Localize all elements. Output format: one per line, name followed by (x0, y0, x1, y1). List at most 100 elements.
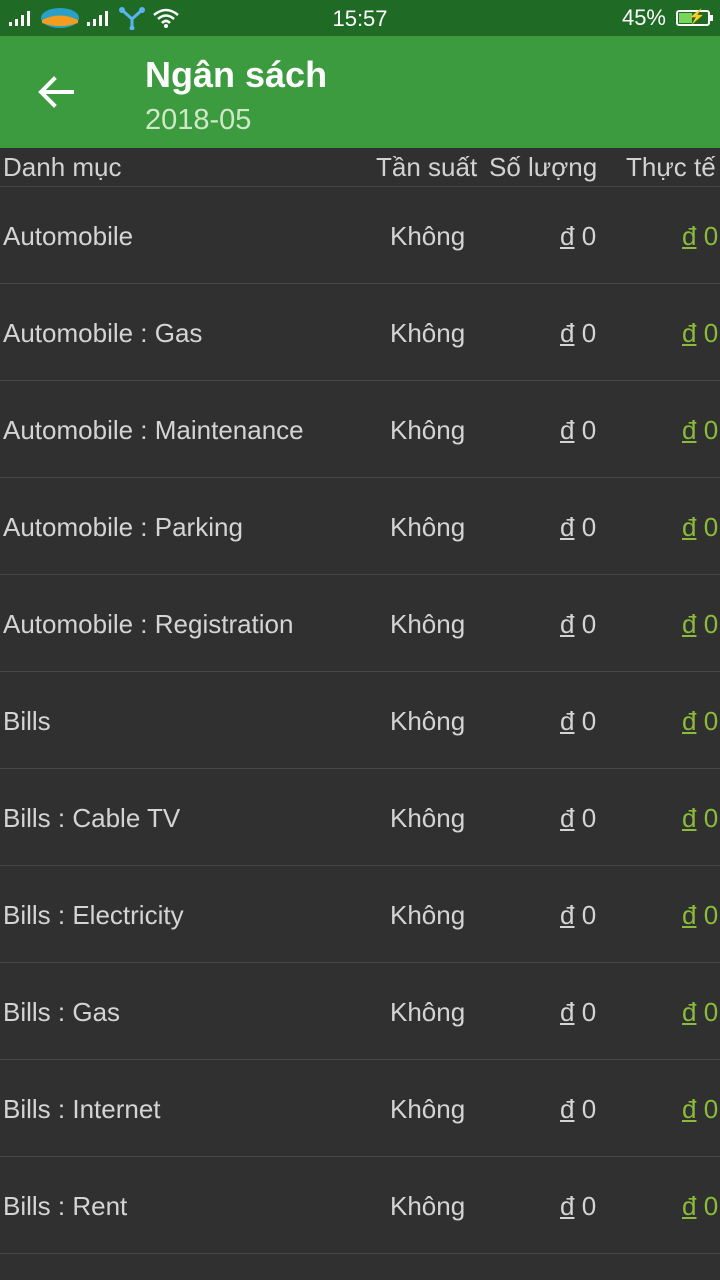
category-label: Automobile : Parking (3, 512, 243, 542)
column-header-frequency: Tần suất (376, 152, 478, 182)
currency-symbol: đ (682, 512, 697, 542)
amount-value: 0 (581, 1094, 597, 1124)
frequency-value: Không (390, 803, 466, 833)
currency-symbol: đ (560, 609, 575, 639)
frequency-value: Không (390, 1191, 466, 1221)
budget-amount: đ 0 (560, 415, 596, 446)
column-header-amount: Số lượng (489, 152, 598, 182)
category-label: Bills : Gas (3, 997, 121, 1027)
actual-amount: đ 0 (682, 221, 718, 252)
budget-amount: đ 0 (560, 609, 596, 640)
back-button[interactable] (28, 66, 84, 118)
actual-amount: đ 0 (682, 1191, 718, 1222)
category-label: Bills : Electricity (3, 900, 184, 930)
list-item[interactable]: Automobile : Maintenance Không đ 0 đ 0 (0, 381, 720, 478)
list-item[interactable]: Bills Không đ 0 đ 0 (0, 672, 720, 769)
currency-symbol: đ (560, 318, 575, 348)
list-item[interactable]: Automobile : Parking Không đ 0 đ 0 (0, 478, 720, 575)
amount-value: 0 (581, 1191, 597, 1221)
budget-amount: đ 0 (560, 706, 596, 737)
arrow-left-icon (38, 76, 74, 108)
frequency-value: Không (390, 706, 466, 736)
actual-value: 0 (703, 803, 719, 833)
budget-amount: đ 0 (560, 900, 596, 931)
amount-value: 0 (581, 415, 597, 445)
column-header-category: Danh mục (3, 152, 122, 182)
actual-amount: đ 0 (682, 318, 718, 349)
list-item[interactable]: Automobile : Gas Không đ 0 đ 0 (0, 284, 720, 381)
list-item[interactable]: Bills : Cable TV Không đ 0 đ 0 (0, 769, 720, 866)
amount-value: 0 (581, 512, 597, 542)
currency-symbol: đ (682, 900, 697, 930)
budget-amount: đ 0 (560, 997, 596, 1028)
actual-amount: đ 0 (682, 512, 718, 543)
category-label: Bills : Internet (3, 1094, 161, 1124)
actual-value: 0 (703, 221, 719, 251)
currency-symbol: đ (682, 1191, 697, 1221)
battery-charging-icon: ⚡ (676, 8, 713, 26)
frequency-value: Không (390, 1094, 466, 1124)
amount-value: 0 (581, 803, 597, 833)
actual-amount: đ 0 (682, 803, 718, 834)
frequency-value: Không (390, 318, 466, 348)
clock: 15:57 (332, 6, 388, 31)
actual-amount: đ 0 (682, 1094, 718, 1125)
list-item[interactable]: Bills : Internet Không đ 0 đ 0 (0, 1060, 720, 1157)
currency-symbol: đ (560, 900, 575, 930)
actual-value: 0 (703, 318, 719, 348)
budget-amount: đ 0 (560, 221, 596, 252)
frequency-value: Không (390, 609, 466, 639)
budget-amount: đ 0 (560, 318, 596, 349)
category-label: Bills : Cable TV (3, 803, 181, 833)
currency-symbol: đ (560, 803, 575, 833)
budget-amount: đ 0 (560, 1094, 596, 1125)
list-item[interactable]: Automobile : Registration Không đ 0 đ 0 (0, 575, 720, 672)
amount-value: 0 (581, 997, 597, 1027)
app-bar: Ngân sách 2018-05 (0, 36, 720, 148)
period-subtitle: 2018-05 (145, 104, 252, 136)
category-label: Automobile : Gas (3, 318, 203, 348)
actual-value: 0 (703, 706, 719, 736)
currency-symbol: đ (560, 512, 575, 542)
actual-value: 0 (703, 997, 719, 1027)
actual-value: 0 (703, 415, 719, 445)
list-item[interactable]: Bills : Rent Không đ 0 đ 0 (0, 1157, 720, 1254)
list-item[interactable]: Bills : Electricity Không đ 0 đ 0 (0, 866, 720, 963)
actual-amount: đ 0 (682, 609, 718, 640)
category-label: Automobile : Maintenance (3, 415, 304, 445)
currency-symbol: đ (560, 997, 575, 1027)
charging-bolt-icon: ⚡ (688, 8, 706, 24)
category-label: Bills : Rent (3, 1191, 128, 1221)
currency-symbol: đ (682, 221, 697, 251)
amount-value: 0 (581, 221, 597, 251)
currency-symbol: đ (560, 1191, 575, 1221)
currency-symbol: đ (682, 1094, 697, 1124)
amount-value: 0 (581, 900, 597, 930)
currency-symbol: đ (682, 997, 697, 1027)
currency-symbol: đ (682, 706, 697, 736)
list-item[interactable]: Automobile Không đ 0 đ 0 (0, 187, 720, 284)
budget-amount: đ 0 (560, 803, 596, 834)
list-item[interactable]: Bills : Gas Không đ 0 đ 0 (0, 963, 720, 1060)
amount-value: 0 (581, 706, 597, 736)
budget-amount: đ 0 (560, 1191, 596, 1222)
column-header-row: Danh mục Tần suất Số lượng Thực tế (0, 148, 720, 187)
currency-symbol: đ (682, 415, 697, 445)
currency-symbol: đ (560, 1094, 575, 1124)
actual-value: 0 (703, 1191, 719, 1221)
currency-symbol: đ (682, 803, 697, 833)
battery-percent: 45% (621, 5, 666, 30)
currency-symbol: đ (682, 318, 697, 348)
actual-value: 0 (703, 609, 719, 639)
actual-value: 0 (703, 512, 719, 542)
frequency-value: Không (390, 900, 466, 930)
actual-amount: đ 0 (682, 900, 718, 931)
actual-value: 0 (703, 900, 719, 930)
actual-amount: đ 0 (682, 706, 718, 737)
frequency-value: Không (390, 415, 466, 445)
actual-value: 0 (703, 1094, 719, 1124)
category-label: Automobile : Registration (3, 609, 294, 639)
currency-symbol: đ (560, 221, 575, 251)
currency-symbol: đ (682, 609, 697, 639)
actual-amount: đ 0 (682, 997, 718, 1028)
